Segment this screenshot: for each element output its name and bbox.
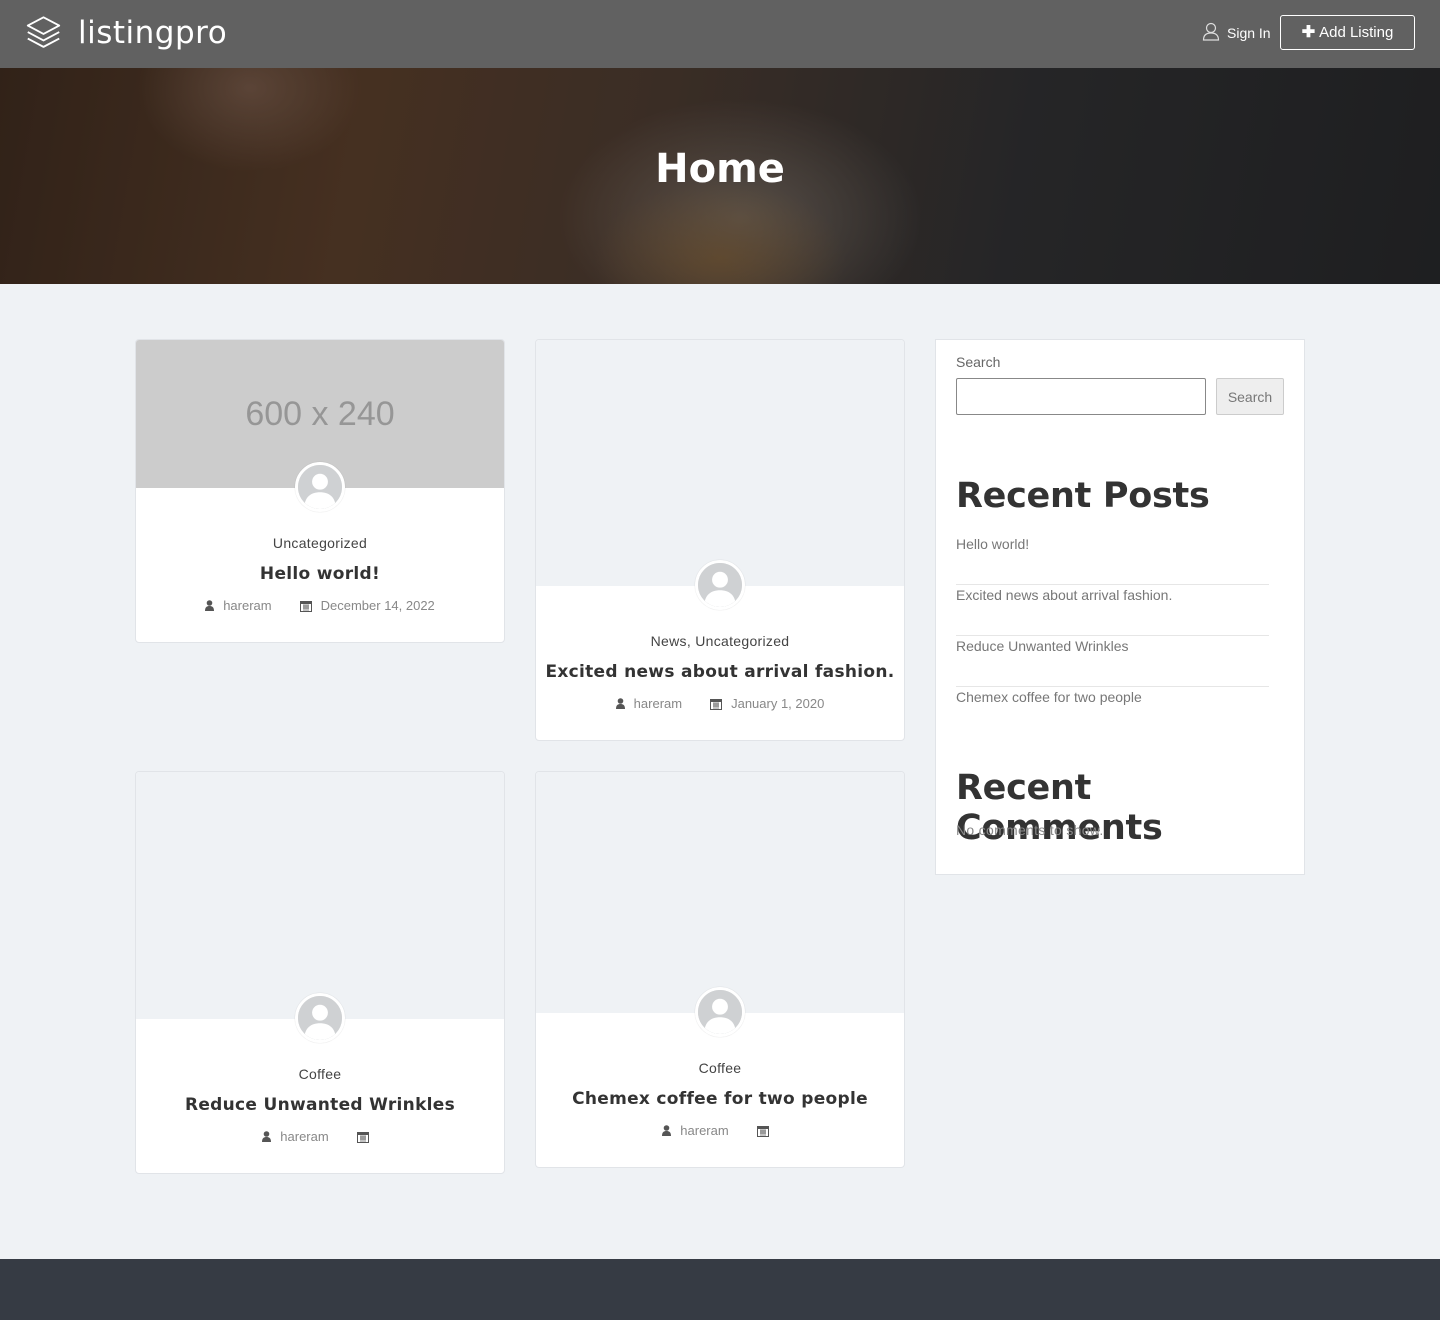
default-avatar-icon bbox=[298, 996, 342, 1040]
user-icon bbox=[262, 1131, 272, 1142]
recent-post-link[interactable]: Chemex coffee for two people bbox=[956, 689, 1142, 705]
post-author-name: hareram bbox=[280, 1129, 329, 1144]
post-thumbnail[interactable] bbox=[136, 772, 504, 1019]
list-item: Hello world! bbox=[956, 534, 1269, 585]
post-categories[interactable]: Uncategorized bbox=[136, 535, 504, 551]
user-icon bbox=[662, 1125, 672, 1136]
post-date-text: January 1, 2020 bbox=[731, 696, 825, 711]
post-title[interactable]: Reduce Unwanted Wrinkles bbox=[136, 1095, 504, 1115]
post-meta: hareram bbox=[536, 1123, 904, 1138]
header: listingpro Sign In ✚ Add Listing bbox=[0, 0, 1440, 68]
post-categories[interactable]: Coffee bbox=[136, 1066, 504, 1082]
hero-banner: Home bbox=[0, 68, 1440, 284]
calendar-icon bbox=[756, 1125, 769, 1137]
post-title[interactable]: Excited news about arrival fashion. bbox=[536, 662, 904, 682]
author-avatar bbox=[295, 462, 345, 512]
calendar-icon bbox=[356, 1131, 369, 1143]
calendar-icon bbox=[710, 698, 723, 710]
list-item: Reduce Unwanted Wrinkles bbox=[956, 636, 1269, 687]
user-icon bbox=[615, 698, 625, 709]
no-comments-text: No comments to show. bbox=[956, 822, 1104, 838]
post-date: December 14, 2022 bbox=[299, 598, 435, 613]
post-author-name: hareram bbox=[223, 598, 272, 613]
post-thumbnail[interactable] bbox=[536, 772, 904, 1013]
list-item: Chemex coffee for two people bbox=[956, 687, 1269, 738]
sign-in-label: Sign In bbox=[1227, 25, 1271, 41]
post-date: January 1, 2020 bbox=[710, 696, 824, 711]
post-categories[interactable]: News, Uncategorized bbox=[536, 633, 904, 649]
search-label: Search bbox=[956, 354, 1001, 370]
post-thumbnail[interactable] bbox=[536, 340, 904, 586]
list-item: Excited news about arrival fashion. bbox=[956, 585, 1269, 636]
plus-icon: ✚ bbox=[1301, 23, 1316, 41]
post-meta: hareram bbox=[136, 1129, 504, 1144]
recent-post-link[interactable]: Reduce Unwanted Wrinkles bbox=[956, 638, 1129, 654]
post-title[interactable]: Chemex coffee for two people bbox=[536, 1089, 904, 1109]
post-date bbox=[356, 1129, 378, 1144]
post-card[interactable]: News, Uncategorized Excited news about a… bbox=[535, 339, 905, 741]
post-author[interactable]: hareram bbox=[662, 1123, 729, 1138]
post-author[interactable]: hareram bbox=[205, 598, 272, 613]
post-card[interactable]: Coffee Chemex coffee for two people hare… bbox=[535, 771, 905, 1168]
post-meta: hareram December 14, 2022 bbox=[136, 598, 504, 613]
default-avatar-icon bbox=[298, 465, 342, 509]
post-title[interactable]: Hello world! bbox=[136, 564, 504, 584]
page-title: Home bbox=[655, 146, 785, 192]
sign-in-link[interactable]: Sign In bbox=[1202, 22, 1271, 41]
recent-post-link[interactable]: Hello world! bbox=[956, 536, 1029, 552]
layers-icon bbox=[26, 16, 61, 48]
sidebar: Search Search Recent Posts Hello world! … bbox=[935, 339, 1305, 875]
post-author[interactable]: hareram bbox=[615, 696, 683, 711]
logo[interactable]: listingpro bbox=[25, 14, 227, 52]
post-date-text: December 14, 2022 bbox=[320, 598, 435, 613]
author-avatar bbox=[695, 987, 745, 1037]
user-icon bbox=[205, 600, 215, 611]
search-input[interactable] bbox=[956, 378, 1206, 415]
post-author-name: hareram bbox=[633, 696, 683, 711]
post-categories[interactable]: Coffee bbox=[536, 1060, 904, 1076]
thumbnail-placeholder-text: 600 x 240 bbox=[245, 394, 395, 433]
add-listing-label: Add Listing bbox=[1319, 24, 1394, 41]
recent-posts-title: Recent Posts bbox=[956, 476, 1210, 516]
search-button[interactable]: Search bbox=[1216, 378, 1284, 415]
calendar-icon bbox=[299, 600, 312, 612]
author-avatar bbox=[295, 993, 345, 1043]
default-avatar-icon bbox=[698, 563, 742, 607]
author-avatar bbox=[695, 560, 745, 610]
default-avatar-icon bbox=[698, 990, 742, 1034]
post-date bbox=[756, 1123, 778, 1138]
post-meta: hareram January 1, 2020 bbox=[536, 696, 904, 711]
add-listing-button[interactable]: ✚ Add Listing bbox=[1280, 15, 1415, 50]
post-author[interactable]: hareram bbox=[262, 1129, 329, 1144]
post-card[interactable]: 600 x 240 Uncategorized Hello world! har… bbox=[135, 339, 505, 643]
user-outline-icon bbox=[1202, 22, 1220, 41]
post-author-name: hareram bbox=[680, 1123, 729, 1138]
logo-text: listingpro bbox=[78, 15, 228, 51]
recent-posts-list: Hello world! Excited news about arrival … bbox=[956, 534, 1269, 738]
footer bbox=[0, 1259, 1440, 1320]
post-card[interactable]: Coffee Reduce Unwanted Wrinkles hareram bbox=[135, 771, 505, 1174]
recent-post-link[interactable]: Excited news about arrival fashion. bbox=[956, 587, 1172, 603]
